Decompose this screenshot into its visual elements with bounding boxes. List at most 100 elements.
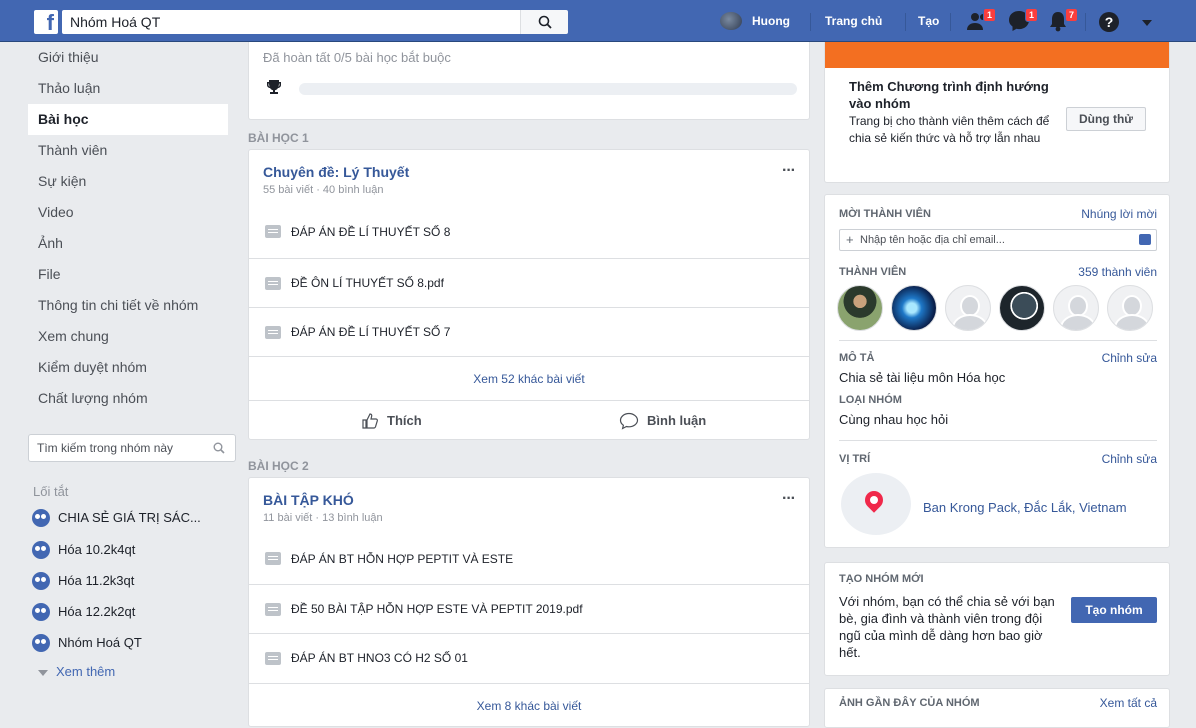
nav-item-videos[interactable]: Video	[28, 197, 228, 228]
document-icon	[265, 225, 281, 238]
lesson-section-heading: BÀI HỌC 1	[248, 131, 309, 145]
group-info-card: MỜI THÀNH VIÊN Nhúng lời mời + Nhập tên …	[824, 194, 1170, 548]
message-icon	[1139, 234, 1151, 245]
help-icon[interactable]: ?	[1099, 12, 1119, 32]
group-icon	[32, 572, 50, 590]
lesson-card: BÀI TẬP KHÓ 11 bài viết · 13 bình luận ·…	[248, 477, 810, 727]
invite-members-input[interactable]: + Nhập tên hoặc địa chỉ email...	[839, 229, 1157, 251]
edit-location-link[interactable]: Chỉnh sửa	[1102, 452, 1157, 466]
document-icon	[265, 552, 281, 565]
description-label: MÔ TẢ	[839, 352, 875, 364]
search-icon	[538, 15, 552, 29]
more-options-icon[interactable]: ···	[782, 490, 796, 508]
document-icon	[265, 602, 281, 616]
lesson-post-row[interactable]: ĐÁP ÁN BT HỖN HỢP PEPTIT VÀ ESTE	[249, 534, 809, 583]
nav-item-moderation[interactable]: Kiểm duyệt nhóm	[28, 352, 228, 383]
lesson-action-bar: Thích Bình luận	[249, 400, 809, 440]
location-link[interactable]: Ban Krong Pack, Đắc Lắk, Vietnam	[923, 500, 1127, 515]
shortcut-label: Nhóm Hoá QT	[58, 635, 142, 650]
member-avatar[interactable]	[1107, 285, 1153, 331]
shortcut-item[interactable]: Hóa 10.2k4qt	[28, 537, 135, 563]
group-icon	[32, 603, 50, 621]
see-more-posts-link[interactable]: Xem 8 khác bài viết	[249, 683, 809, 727]
edit-description-link[interactable]: Chỉnh sửa	[1102, 351, 1157, 365]
shortcut-label: CHIA SẺ GIÁ TRỊ SÁC...	[58, 510, 201, 525]
lesson-post-row[interactable]: ĐỀ 50 BÀI TẬP HỖN HỢP ESTE VÀ PEPTIT 201…	[249, 584, 809, 633]
promo-title: Thêm Chương trình định hướng vào nhóm	[849, 79, 1049, 111]
member-avatar[interactable]	[1053, 285, 1099, 331]
profile-avatar[interactable]	[720, 12, 742, 30]
lesson-post-row[interactable]: ĐÁP ÁN BT HNO3 CÓ H2 SỐ 01	[249, 633, 809, 682]
search-input[interactable]: Nhóm Hoá QT	[62, 10, 520, 34]
home-link[interactable]: Trang chủ	[825, 14, 882, 28]
member-avatar[interactable]	[837, 285, 883, 331]
lesson-title[interactable]: Chuyên đề: Lý Thuyết	[263, 164, 409, 180]
shortcut-item[interactable]: CHIA SẺ GIÁ TRỊ SÁC...	[28, 505, 201, 531]
shortcut-label: Hóa 11.2k3qt	[58, 573, 135, 588]
search-button[interactable]	[520, 10, 568, 34]
like-button[interactable]: Thích	[361, 401, 422, 441]
try-it-button[interactable]: Dùng thử	[1066, 107, 1146, 131]
comment-button[interactable]: Bình luận	[619, 401, 706, 441]
nav-item-discussion[interactable]: Thảo luận	[28, 73, 228, 104]
member-avatar[interactable]	[999, 285, 1045, 331]
see-all-photos-link[interactable]: Xem tất cả	[1100, 696, 1157, 710]
nav-item-units[interactable]: Bài học	[28, 104, 228, 135]
create-link[interactable]: Tạo	[918, 14, 939, 28]
onboarding-promo-card: Thêm Chương trình định hướng vào nhóm Tr…	[824, 42, 1170, 183]
nav-item-members[interactable]: Thành viên	[28, 135, 228, 166]
create-group-description: Với nhóm, bạn có thể chia sẻ với bạn bè,…	[839, 594, 1055, 660]
nav-item-about[interactable]: Giới thiệu	[28, 42, 228, 73]
invite-input-placeholder: Nhập tên hoặc địa chỉ email...	[860, 234, 1005, 246]
see-more-shortcuts-link[interactable]: Xem thêm	[38, 659, 115, 685]
nav-item-files[interactable]: File	[28, 259, 228, 290]
nav-item-group-quality[interactable]: Chất lượng nhóm	[28, 383, 228, 414]
invite-members-label: MỜI THÀNH VIÊN	[839, 208, 931, 220]
member-avatar[interactable]	[891, 285, 937, 331]
see-more-posts-link[interactable]: Xem 52 khác bài viết	[249, 356, 809, 400]
profile-name-link[interactable]: Huong	[752, 14, 790, 28]
document-icon	[265, 651, 281, 665]
lesson-progress-bar	[299, 83, 797, 95]
divider	[810, 13, 811, 31]
messages-button[interactable]: 1	[1008, 8, 1038, 34]
group-type-label: LOẠI NHÓM	[839, 394, 902, 406]
shortcut-label: Hóa 10.2k4qt	[58, 542, 136, 557]
lesson-card: Chuyên đề: Lý Thuyết 55 bài viết · 40 bì…	[248, 149, 810, 440]
member-avatar[interactable]	[945, 285, 991, 331]
lesson-post-row[interactable]: ĐỀ ÔN LÍ THUYẾT SỐ 8.pdf	[249, 258, 809, 307]
plus-icon: +	[846, 232, 854, 247]
more-options-icon[interactable]: ···	[782, 162, 796, 180]
lesson-post-row[interactable]: ĐÁP ÁN ĐỀ LÍ THUYẾT SỐ 8	[249, 207, 809, 256]
members-label: THÀNH VIÊN	[839, 266, 907, 278]
account-menu-caret-icon[interactable]	[1142, 20, 1152, 26]
shortcut-item[interactable]: Nhóm Hoá QT	[28, 630, 142, 656]
chevron-down-icon	[38, 669, 48, 676]
nav-item-photos[interactable]: Ảnh	[28, 228, 228, 259]
lesson-title[interactable]: BÀI TẬP KHÓ	[263, 492, 354, 508]
shortcut-item[interactable]: Hóa 12.2k2qt	[28, 599, 135, 625]
group-search-input[interactable]: Tìm kiếm trong nhóm này	[28, 434, 236, 462]
search-icon	[213, 442, 225, 454]
recent-photos-card: ẢNH GẦN ĐÂY CỦA NHÓM Xem tất cả	[824, 688, 1170, 728]
group-navigation: Giới thiệu Thảo luận Bài học Thành viên …	[28, 42, 228, 414]
create-group-card: TẠO NHÓM MỚI Với nhóm, bạn có thể chia s…	[824, 562, 1170, 676]
notifications-button[interactable]: 7	[1048, 8, 1078, 34]
group-search-placeholder: Tìm kiếm trong nhóm này	[37, 441, 174, 455]
group-icon	[32, 509, 50, 527]
embed-invite-link[interactable]: Nhúng lời mời	[1081, 207, 1157, 221]
recent-photos-label: ẢNH GẦN ĐÂY CỦA NHÓM	[839, 697, 980, 709]
group-icon	[32, 541, 50, 559]
friend-requests-button[interactable]: 1	[966, 8, 996, 34]
lesson-post-row[interactable]: ĐÁP ÁN ĐỀ LÍ THUYẾT SỐ 7	[249, 307, 809, 356]
nav-item-group-insights[interactable]: Thông tin chi tiết về nhóm	[28, 290, 228, 321]
nav-item-watch-party[interactable]: Xem chung	[28, 321, 228, 352]
location-label: VỊ TRÍ	[839, 453, 871, 465]
facebook-logo-icon[interactable]: f	[34, 10, 58, 34]
post-title: ĐÁP ÁN BT HỖN HỢP PEPTIT VÀ ESTE	[291, 551, 514, 566]
members-count-link[interactable]: 359 thành viên	[1078, 265, 1157, 279]
create-group-button[interactable]: Tạo nhóm	[1071, 597, 1157, 623]
divider	[839, 440, 1157, 441]
shortcut-item[interactable]: Hóa 11.2k3qt	[28, 568, 134, 594]
nav-item-events[interactable]: Sự kiện	[28, 166, 228, 197]
